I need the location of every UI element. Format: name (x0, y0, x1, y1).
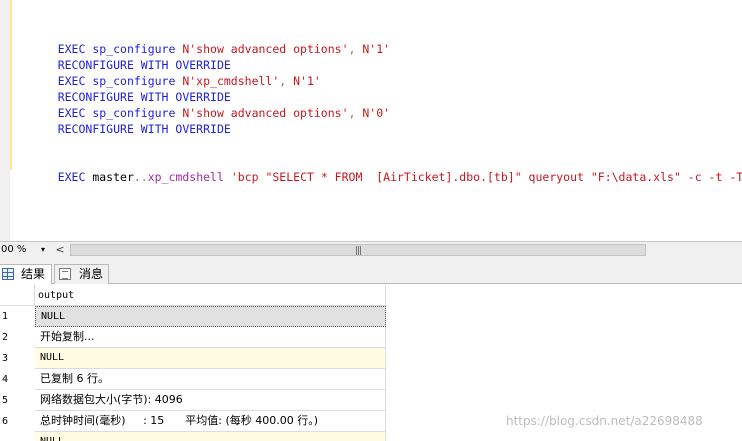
tab-results[interactable]: 结果 (0, 264, 52, 284)
tab-messages-label: 消息 (79, 267, 104, 281)
editor-gutter (0, 0, 10, 241)
table-row[interactable]: 5 网络数据包大小(字节): 4096 (0, 390, 386, 411)
scroll-left-arrow-icon[interactable]: < (53, 243, 67, 257)
table-row[interactable]: NULL (0, 432, 386, 441)
zoom-dropdown[interactable]: 00 % ▾ (0, 243, 52, 257)
message-icon (59, 268, 71, 280)
tab-messages[interactable]: 消息 (54, 264, 109, 284)
output-cell[interactable]: 已复制 6 行。 (35, 369, 386, 390)
query-editor[interactable]: EXEC sp_configure N'show advanced option… (0, 0, 742, 241)
row-number[interactable]: 1 (0, 306, 35, 327)
output-cell[interactable]: 总时钟时间(毫秒) : 15 平均值: (每秒 400.00 行。) (35, 411, 386, 432)
row-number[interactable] (0, 432, 35, 441)
zoom-value: 00 % (1, 244, 27, 255)
output-cell[interactable]: 网络数据包大小(字节): 4096 (35, 390, 386, 411)
grid-corner[interactable] (0, 285, 35, 306)
table-row[interactable]: 1 NULL (0, 306, 386, 327)
output-cell[interactable]: NULL (35, 348, 386, 369)
table-row[interactable]: 6 总时钟时间(毫秒) : 15 平均值: (每秒 400.00 行。) (0, 411, 386, 432)
code-line-bcp[interactable]: EXEC master..xp_cmdshell 'bcp "SELECT * … (30, 153, 742, 201)
horizontal-scrollbar-thumb[interactable]: ||| (70, 244, 646, 256)
output-cell[interactable]: NULL (35, 432, 386, 441)
row-number[interactable]: 5 (0, 390, 35, 411)
scroll-grip-icon: ||| (355, 246, 362, 256)
column-header-output[interactable]: output (35, 285, 386, 306)
row-number[interactable]: 4 (0, 369, 35, 390)
table-row[interactable]: 4 已复制 6 行。 (0, 369, 386, 390)
horizontal-scrollbar-track[interactable] (648, 244, 742, 256)
grid-icon (2, 268, 14, 280)
watermark: https://blog.csdn.net/a22698488 (506, 414, 703, 428)
editor-status-bar: 00 % ▾ < ||| (0, 241, 742, 260)
output-cell[interactable]: NULL (35, 306, 386, 327)
tab-results-label: 结果 (21, 267, 46, 281)
chevron-down-icon: ▾ (41, 245, 46, 254)
row-number[interactable]: 3 (0, 348, 35, 369)
row-number[interactable]: 2 (0, 327, 35, 348)
table-row[interactable]: 2 开始复制... (0, 327, 386, 348)
row-number[interactable]: 6 (0, 411, 35, 432)
code-line-6[interactable]: RECONFIGURE WITH OVERRIDE (30, 105, 231, 153)
output-cell[interactable]: 开始复制... (35, 327, 386, 348)
results-tabbar: 结果 消息 (0, 259, 742, 284)
table-row[interactable]: 3 NULL (0, 348, 386, 369)
editor-change-margin (10, 0, 12, 170)
